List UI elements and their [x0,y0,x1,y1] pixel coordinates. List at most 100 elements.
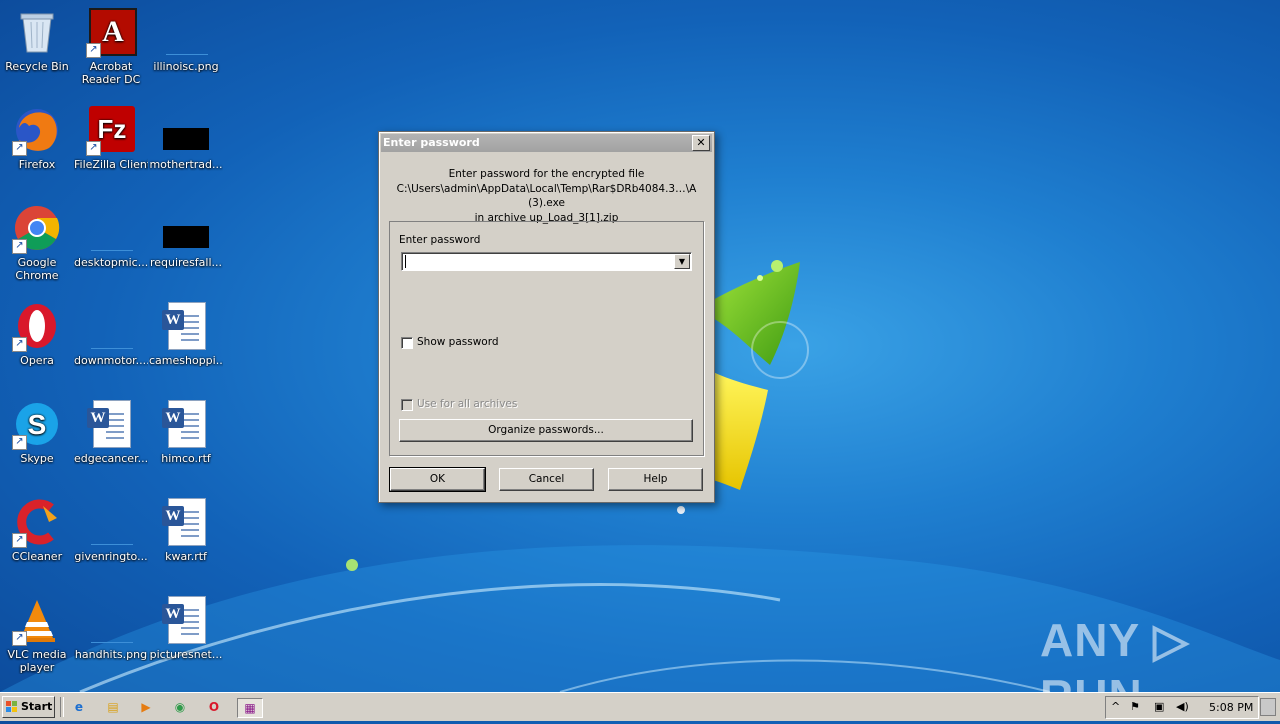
word-doc-icon: W [162,302,210,350]
organize-passwords-button[interactable]: Organize passwords... [399,419,693,442]
explorer-folder-icon[interactable]: ▤ [104,698,122,716]
desktop-icon-chrome[interactable]: ↗ Google Chrome [0,198,74,282]
shortcut-arrow-icon: ↗ [12,337,27,352]
show-desktop-button[interactable] [1260,698,1276,716]
dialog-message: Enter password for the encrypted file C:… [379,167,714,225]
text-caret [405,255,406,268]
desktop-icon-label: downmotor.... [74,354,148,367]
shortcut-arrow-icon: ↗ [12,533,27,548]
word-doc-icon: W [162,498,210,546]
help-button[interactable]: Help [608,468,703,491]
shortcut-arrow-icon: ↗ [12,435,27,450]
desktop-icon-himco[interactable]: W himco.rtf [149,394,223,465]
black-file-icon [162,204,210,252]
desktop-icon-label: illinoisc.png [153,60,219,73]
desktop-icon-label: CCleaner [11,550,63,563]
word-glyph: W [162,506,184,526]
desktop-icon-mothertrad[interactable]: mothertrad... [149,100,223,171]
desktop-icon-kwar[interactable]: W kwar.rtf [149,492,223,563]
desktop-icon-label: handhits.png [74,648,148,661]
word-doc-icon: W [87,400,135,448]
desktop-icon-edgecancer[interactable]: W edgecancer.... [74,394,148,465]
cancel-label: Cancel [528,473,565,485]
desktop-icon-label: requiresfall... [149,256,223,269]
desktop-icon-label: desktopmic... [74,256,148,269]
image-file-icon [87,204,135,252]
desktop-icon-label: FileZilla Client [74,158,148,171]
desktop-icon-label: VLC media [7,648,67,661]
desktop-icon-picturesnet[interactable]: W picturesnet... [149,590,223,661]
shortcut-arrow-icon: ↗ [12,239,27,254]
recycle-bin-icon [13,8,61,56]
opera-icon: ↗ [12,302,61,352]
enter-password-dialog: Enter password ✕ Enter password for the … [378,131,715,503]
desktop-icon-handhits[interactable]: handhits.png [74,590,148,661]
message-line: Enter password for the encrypted file [448,168,645,180]
cancel-button[interactable]: Cancel [499,468,594,491]
desktop-icon-desktopmic[interactable]: desktopmic... [74,198,148,269]
desktop-icon-firefox[interactable]: ↗ Firefox [0,100,74,171]
filezilla-icon: Fz ↗ [86,106,135,156]
desktop-icon-givenringto[interactable]: givenringto... [74,492,148,563]
desktop-icon-label: player [19,661,55,674]
windows-logo-icon [6,701,18,713]
ok-label: OK [429,473,446,485]
password-combo[interactable]: ▼ [401,252,692,271]
show-password-checkbox[interactable] [401,337,413,349]
chrome-icon[interactable]: ◉ [171,698,189,716]
close-icon: ✕ [696,136,706,149]
word-doc-icon: W [162,596,210,644]
desktop-icon-label: edgecancer.... [74,452,148,465]
image-file-icon [162,8,210,56]
taskbar-separator [60,697,64,717]
network-icon[interactable]: ▣ [1154,700,1164,713]
desktop-icon-acrobat[interactable]: A ↗ Acrobat Reader DC [74,2,148,86]
close-button[interactable]: ✕ [692,135,710,151]
image-file-icon [87,302,135,350]
show-password-label[interactable]: Show password [417,336,499,348]
ok-button[interactable]: OK [389,467,486,492]
ie-icon[interactable]: e [70,698,88,716]
image-file-icon [87,596,135,644]
system-tray: ^ ⚑ ▣ ◀) 5:08 PM [1105,696,1259,719]
start-button[interactable]: Start [2,696,55,718]
word-glyph: W [162,310,184,330]
desktop-icon-cameshoppi[interactable]: W cameshoppi... [149,296,223,367]
file-path: C:\Users\admin\AppData\Local\Temp\Rar$DR… [396,182,697,210]
desktop-icon-ccleaner[interactable]: ↗ CCleaner [0,492,74,563]
opera-icon[interactable]: O [205,698,223,716]
desktop-icon-vlc[interactable]: ↗ VLC media player [0,590,74,674]
desktop-icon-filezilla[interactable]: Fz ↗ FileZilla Client [74,100,148,171]
desktop-icon-skype[interactable]: S ↗ Skype [0,394,74,465]
organize-passwords-label: Organize passwords... [488,424,604,436]
desktop-icon-label: Google [17,256,57,269]
password-group: Enter password ▼ Show password Use for a… [389,221,704,456]
volume-icon[interactable]: ◀) [1176,700,1189,713]
skype-glyph: S [28,409,47,440]
clock[interactable]: 5:08 PM [1209,701,1253,714]
desktop-icon-label: Opera [20,354,54,367]
vlc-icon: ↗ [12,596,61,646]
desktop-icon-label: Reader DC [81,73,141,86]
combo-dropdown-button[interactable]: ▼ [674,254,690,269]
desktop-icon-label: Recycle Bin [5,60,69,73]
shortcut-arrow-icon: ↗ [12,141,27,156]
desktop-icon-label: himco.rtf [161,452,211,465]
action-center-flag-icon[interactable]: ⚑ [1130,700,1140,713]
expand-tray-icon[interactable]: ^ [1111,700,1120,713]
firefox-icon: ↗ [12,106,61,156]
word-glyph: W [87,408,109,428]
desktop-icon-opera[interactable]: ↗ Opera [0,296,74,367]
use-for-all-checkbox [401,399,413,411]
taskbar: Start e ▤ ▶ ◉ O ▦ ^ ⚑ ▣ ◀) 5:08 PM [0,692,1280,721]
winrar-icon[interactable]: ▦ [237,698,263,718]
desktop-icon-downmotor[interactable]: downmotor.... [74,296,148,367]
media-player-icon[interactable]: ▶ [137,698,155,716]
desktop-icon-illinoisc[interactable]: illinoisc.png [149,2,223,73]
desktop-icon-requiresfall[interactable]: requiresfall... [149,198,223,269]
word-doc-icon: W [162,400,210,448]
desktop-icon-recycle-bin[interactable]: Recycle Bin [0,2,74,73]
dialog-titlebar[interactable]: Enter password ✕ [381,134,712,152]
word-glyph: W [162,408,184,428]
image-file-icon [87,498,135,546]
